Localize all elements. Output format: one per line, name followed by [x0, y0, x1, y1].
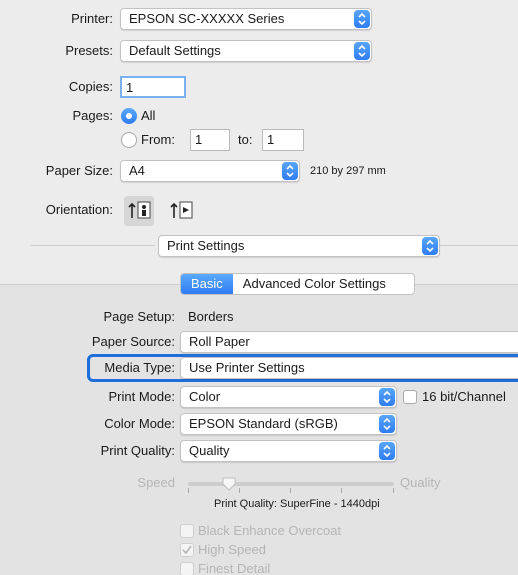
quality-caption: Print Quality: SuperFine - 1440dpi [214, 498, 380, 510]
print-mode-popup[interactable]: Color [180, 386, 397, 408]
print-quality-value: Quality [189, 443, 230, 458]
high-speed-checkbox[interactable] [180, 543, 194, 557]
printer-popup[interactable]: EPSON SC-XXXXX Series [120, 8, 372, 30]
presets-label: Presets: [65, 43, 113, 58]
paper-source-label: Paper Source: [91, 334, 175, 349]
print-mode-value: Color [189, 389, 221, 404]
media-type-label: Media Type: [104, 360, 175, 375]
chevron-updown-icon [354, 10, 370, 28]
16bit-label: 16 bit/Channel [422, 389, 506, 404]
orientation-label: Orientation: [45, 202, 113, 217]
slider-tick [239, 488, 240, 493]
pages-to-label: to: [238, 132, 253, 147]
pages-label: Pages: [72, 108, 113, 123]
pages-to-field[interactable]: 1 [262, 129, 304, 151]
high-speed-label: High Speed [198, 542, 266, 557]
slider-quality-label: Quality [400, 475, 441, 490]
slider-tick [188, 488, 189, 493]
printer-label: Printer: [71, 11, 113, 26]
divider-left [30, 245, 155, 246]
checkmark-icon [182, 545, 192, 555]
paper-dimensions: 210 by 297 mm [310, 165, 386, 177]
section-popup-value: Print Settings [167, 238, 245, 253]
black-enhance-label: Black Enhance Overcoat [198, 523, 342, 538]
chevron-updown-icon [422, 237, 438, 255]
quality-slider-track[interactable] [188, 482, 394, 486]
copies-field[interactable]: 1 [120, 76, 186, 98]
divider-right [440, 245, 518, 246]
16bit-checkbox[interactable] [403, 390, 417, 404]
paper-size-popup[interactable]: A4 [120, 160, 300, 182]
paper-size-label: Paper Size: [45, 163, 113, 178]
presets-value: Default Settings [129, 43, 221, 58]
paper-size-value: A4 [129, 163, 145, 178]
color-mode-value: EPSON Standard (sRGB) [189, 416, 338, 431]
landscape-button[interactable] [166, 196, 196, 226]
chevron-updown-icon [379, 415, 395, 433]
chevron-updown-icon [379, 442, 395, 460]
media-type-popup[interactable]: Use Printer Settings [180, 357, 518, 379]
chevron-updown-icon [282, 162, 298, 180]
landscape-icon [170, 201, 193, 219]
finest-detail-label: Finest Detail [198, 561, 271, 575]
paper-source-value: Roll Paper [189, 334, 250, 349]
print-quality-popup[interactable]: Quality [180, 440, 397, 462]
tab-basic[interactable]: Basic [181, 274, 233, 294]
slider-thumb[interactable] [222, 477, 236, 491]
section-popup[interactable]: Print Settings [158, 235, 440, 257]
portrait-icon [128, 201, 151, 219]
page-setup-label: Page Setup: [103, 309, 175, 324]
presets-popup[interactable]: Default Settings [120, 40, 372, 62]
print-quality-label: Print Quality: [100, 443, 175, 458]
print-mode-label: Print Mode: [108, 389, 175, 404]
pages-from-radio[interactable] [121, 132, 137, 148]
slider-tick [393, 488, 394, 493]
color-mode-popup[interactable]: EPSON Standard (sRGB) [180, 413, 397, 435]
chevron-updown-icon [379, 388, 395, 406]
slider-speed-label: Speed [137, 475, 175, 490]
color-mode-label: Color Mode: [104, 416, 175, 431]
pages-all-radio[interactable] [121, 108, 137, 124]
media-type-value: Use Printer Settings [189, 360, 305, 375]
printer-value: EPSON SC-XXXXX Series [129, 11, 285, 26]
pages-all-label: All [141, 108, 156, 123]
slider-tick [341, 488, 342, 493]
copies-label: Copies: [68, 79, 113, 94]
tab-bar: Basic Advanced Color Settings [180, 273, 415, 295]
portrait-button[interactable] [124, 196, 154, 226]
pages-from-label: From: [141, 132, 175, 147]
pages-from-field[interactable]: 1 [190, 129, 230, 151]
tab-advanced-color[interactable]: Advanced Color Settings [233, 274, 396, 294]
chevron-updown-icon [354, 42, 370, 60]
slider-tick [290, 488, 291, 493]
finest-detail-checkbox[interactable] [180, 562, 194, 575]
black-enhance-checkbox[interactable] [180, 524, 194, 538]
page-setup-value: Borders [188, 309, 234, 324]
paper-source-popup[interactable]: Roll Paper [180, 331, 518, 353]
